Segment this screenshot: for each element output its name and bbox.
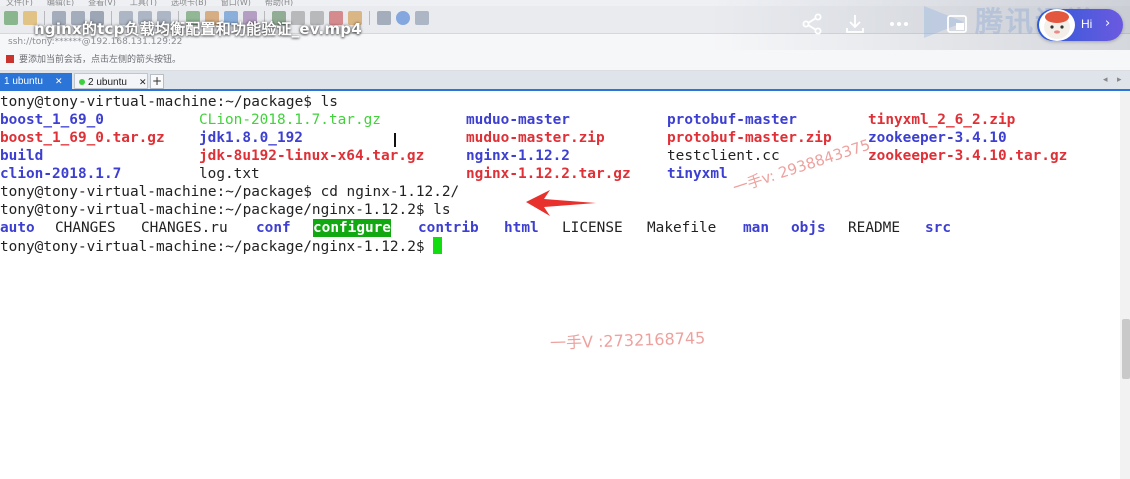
close-icon[interactable]: ✕ (139, 77, 147, 87)
ls-entry: boost_1_69_0 (0, 112, 104, 128)
tab-scroll-right-icon[interactable]: ▸ (1117, 75, 1122, 85)
ls-entry: CHANGES.ru (141, 220, 228, 236)
ls-output-row: clion-2018.1.7 log.txt nginx-1.12.2.tar.gz… (0, 165, 1110, 183)
ls-entry: contrib (418, 220, 479, 236)
ls-entry: zookeeper-3.4.10.tar.gz (868, 148, 1068, 164)
terminal-scrollbar[interactable] (1120, 91, 1130, 479)
ls-output-row: boost_1_69_0.tar.gz jdk1.8.0_192 muduo-mas… (0, 129, 1110, 147)
tab-scroll-left-icon[interactable]: ◂ (1103, 75, 1108, 85)
hint-text: 要添加当前会话，点击左侧的箭头按钮。 (19, 55, 182, 65)
terminal-command-line: tony@tony-virtual-machine:~/package/ngin… (0, 237, 1110, 255)
close-icon[interactable]: ✕ (55, 76, 63, 86)
ls-entry: objs (791, 220, 826, 236)
add-tab-button[interactable]: + (150, 74, 164, 89)
help-icon[interactable] (396, 11, 410, 25)
download-icon[interactable] (843, 12, 867, 36)
status-dot-icon (79, 79, 85, 85)
ls-entry: nginx-1.12.2.tar.gz (466, 166, 631, 182)
shell-prompt: tony@tony-virtual-machine:~/package$ (0, 94, 312, 110)
text-cursor-icon (394, 133, 396, 147)
ls-entry: clion-2018.1.7 (0, 166, 122, 182)
tab-ubuntu-1[interactable]: 1 ubuntu ✕ (0, 73, 72, 89)
tab-label: 2 ubuntu (88, 77, 127, 88)
ls-entry: Makefile (647, 220, 717, 236)
ls-entry-highlighted: configure (313, 219, 391, 237)
terminal-output[interactable]: tony@tony-virtual-machine:~/package$ ls b… (0, 91, 1120, 479)
ls-entry: nginx-1.12.2 (466, 148, 570, 164)
session-hint: 要添加当前会话，点击左侧的箭头按钮。 (0, 50, 1130, 71)
terminal-cursor (433, 237, 443, 254)
ls-entry: muduo-master (466, 112, 570, 128)
layout-icon[interactable] (377, 11, 391, 25)
ls-entry: build (0, 148, 44, 164)
ls-entry: tinyxml_2_6_2.zip (868, 112, 1016, 128)
chevron-right-icon: › (1105, 16, 1111, 31)
ls-entry: testclient.cc (667, 148, 780, 164)
ls-entry: CHANGES (55, 220, 116, 236)
ls-entry: src (925, 220, 951, 236)
ls-entry: log.txt (199, 166, 260, 182)
bookmark-icon[interactable] (6, 55, 14, 63)
assistant-label: Hi (1081, 17, 1093, 31)
tab-label: 1 ubuntu (4, 76, 43, 87)
ls-entry: boost_1_69_0.tar.gz (0, 130, 165, 146)
ls-entry: man (743, 220, 769, 236)
ls-output-row: auto CHANGES CHANGES.ru conf configure contri… (0, 219, 1110, 237)
ls-entry: CLion-2018.1.7.tar.gz (199, 112, 381, 128)
new-session-icon[interactable] (4, 11, 18, 25)
ls-entry: jdk-8u192-linux-x64.tar.gz (199, 148, 425, 164)
shell-prompt: tony@tony-virtual-machine:~/package/ngin… (0, 202, 425, 218)
toolbar-divider (369, 11, 370, 25)
shell-command: ls (424, 202, 451, 218)
more-icon[interactable] (887, 12, 911, 36)
shell-prompt: tony@tony-virtual-machine:~/package$ (0, 184, 312, 200)
ls-entry: tinyxml (667, 166, 728, 182)
shell-command (425, 239, 434, 255)
ls-entry: jdk1.8.0_192 (199, 130, 303, 146)
shell-command: ls (311, 94, 338, 110)
shell-command: cd nginx-1.12.2/ (311, 184, 460, 200)
picture-in-picture-icon[interactable] (945, 12, 969, 36)
share-icon[interactable] (800, 12, 824, 36)
terminal-command-line: tony@tony-virtual-machine:~/package$ ls (0, 93, 1110, 111)
ls-output-row: boost_1_69_0 CLion-2018.1.7.tar.gz muduo-m… (0, 111, 1110, 129)
ls-entry: zookeeper-3.4.10 (868, 130, 1007, 146)
ls-entry: auto (0, 220, 35, 236)
assistant-avatar (1039, 9, 1075, 41)
video-title: nginx的tcp负载均衡配置和功能验证_ev.mp4 (34, 20, 362, 38)
ls-entry: conf (256, 220, 291, 236)
ls-entry: LICENSE (562, 220, 623, 236)
ls-output-row: build jdk-8u192-linux-x64.tar.gz nginx-1.1… (0, 147, 1110, 165)
chat-icon[interactable] (415, 11, 429, 25)
scrollbar-thumb[interactable] (1122, 319, 1130, 379)
tab-ubuntu-2[interactable]: 2 ubuntu ✕ (74, 73, 148, 89)
annotation-arrow-icon (526, 190, 596, 216)
session-tab-bar: 1 ubuntu ✕ 2 ubuntu ✕ + ◂ ▸ (0, 71, 1130, 91)
shell-prompt: tony@tony-virtual-machine:~/package/ngin… (0, 239, 425, 255)
ls-entry: html (504, 220, 539, 236)
ls-entry: protobuf-master (667, 112, 797, 128)
assistant-button[interactable]: Hi › (1037, 9, 1123, 41)
ls-entry: README (848, 220, 900, 236)
ls-entry: protobuf-master.zip (667, 130, 832, 146)
ls-entry: muduo-master.zip (466, 130, 605, 146)
